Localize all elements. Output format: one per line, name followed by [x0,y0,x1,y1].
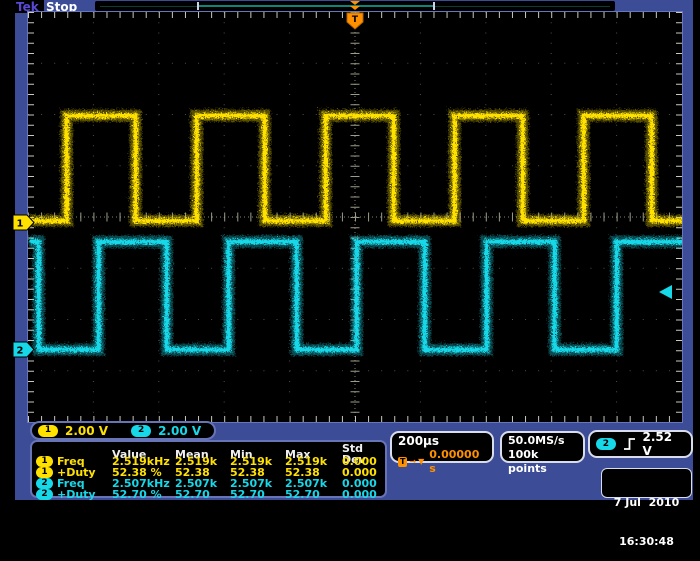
record-window-line [197,5,433,7]
ch2-ground-marker[interactable]: 2 [12,341,36,358]
ch1-ground-marker[interactable]: 1 [12,214,36,231]
row-ch-badge: 2 [36,489,53,500]
arrow-right-icon: → [409,455,416,469]
measurement-max: 52.70 [285,489,342,500]
ch1-badge: 1 [38,425,58,437]
row-ch-badge: 1 [36,456,53,467]
measurement-name: +Duty [57,489,96,500]
window-bracket-left [197,2,199,10]
record-length: 100k points [508,448,577,476]
oscilloscope-screen: { "header": { "logo": "Tek", "status": "… [0,0,700,500]
graticule [28,12,682,422]
ch2-marker-label: 2 [17,346,24,357]
trigger-flag-label: T [352,15,359,25]
row-ch-badge: 2 [36,478,53,489]
trigger-t-icon: T [398,457,407,467]
measurement-mean: 52.70 [175,489,230,500]
trigger-position-value: 0.00000 s [429,448,486,476]
rising-edge-icon [622,436,637,452]
window-bracket-right [433,2,435,10]
ch1-scale: 2.00 V [65,424,108,438]
trigger-source-badge: 2 [596,438,616,450]
channel-scale-readouts[interactable]: 1 2.00 V 2 2.00 V [30,421,216,440]
date-label: 7 Jul 2010 [604,496,689,509]
trigger-level: 2.52 V [643,430,685,458]
arrow-down-icon: ▼ [418,455,424,469]
row-ch-badge: 1 [36,467,53,478]
ch2-waveform [28,240,682,348]
waveform-display [28,12,682,422]
sample-rate: 50.0MS/s [508,434,577,448]
trigger-level-arrow[interactable] [658,285,673,299]
trigger-readout[interactable]: 2 2.52 V [588,430,693,458]
timebase-readout[interactable]: 200µs T→▼ 0.00000 s [390,431,494,463]
trigger-position-readout: T→▼ 0.00000 s [398,448,486,476]
ch2-badge: 2 [131,425,151,437]
trigger-position-flag[interactable]: T [346,12,364,30]
timebase-scale: 200µs [398,434,486,448]
time-label: 16:30:48 [604,535,689,548]
measurement-min: 52.70 [230,489,285,500]
measurement-stddev: 0.000 [342,489,387,500]
record-view-bar[interactable] [95,1,615,11]
ch2-scale: 2.00 V [158,424,201,438]
measurement-table: Value Mean Min Max Std Dev 1Freq 2.519kH… [30,440,387,498]
measurement-row: 2+Duty 52.70 % 52.70 52.70 52.70 0.000 [36,489,383,500]
datetime-readout: 7 Jul 2010 16:30:48 [601,468,692,498]
acquisition-readout[interactable]: 50.0MS/s 100k points [500,431,585,463]
measurement-value: 52.70 % [112,489,175,500]
ch1-marker-label: 1 [17,219,24,230]
record-trigger-position-icon [349,1,361,11]
